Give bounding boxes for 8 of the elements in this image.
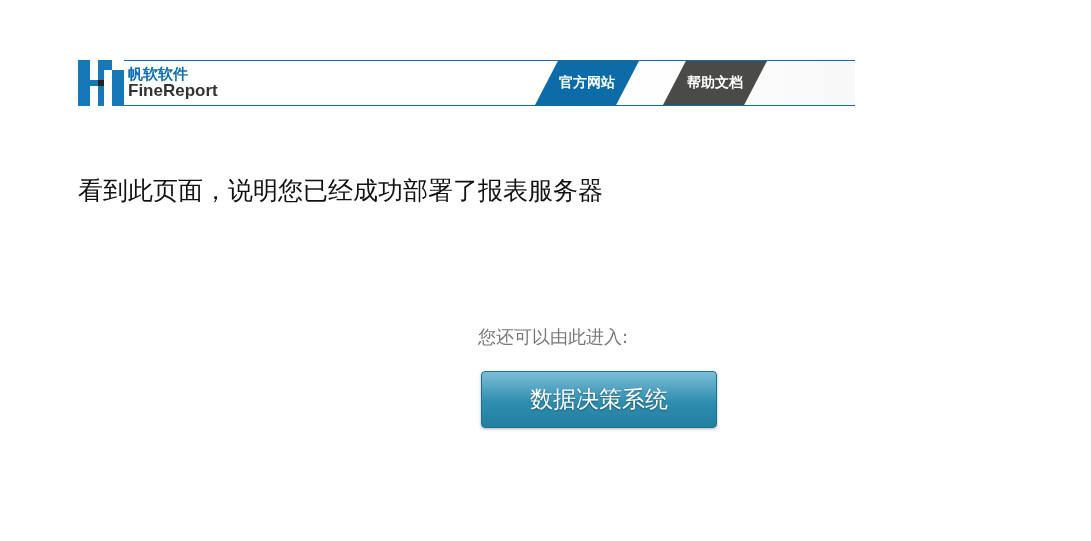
prompt-text: 您还可以由此进入: <box>478 325 629 349</box>
nav-link[interactable]: 官方网站 <box>535 61 639 105</box>
brand-name: 帆软软件 <box>128 67 189 82</box>
enter-button[interactable]: 数据决策系统 <box>481 371 717 428</box>
brand-name: FineReport <box>128 82 218 99</box>
success-message: 看到此页面，说明您已经成功部署了报表服务器 <box>78 175 604 207</box>
logo-icon <box>78 60 124 106</box>
nav-link[interactable]: 帮助文档 <box>663 61 767 105</box>
